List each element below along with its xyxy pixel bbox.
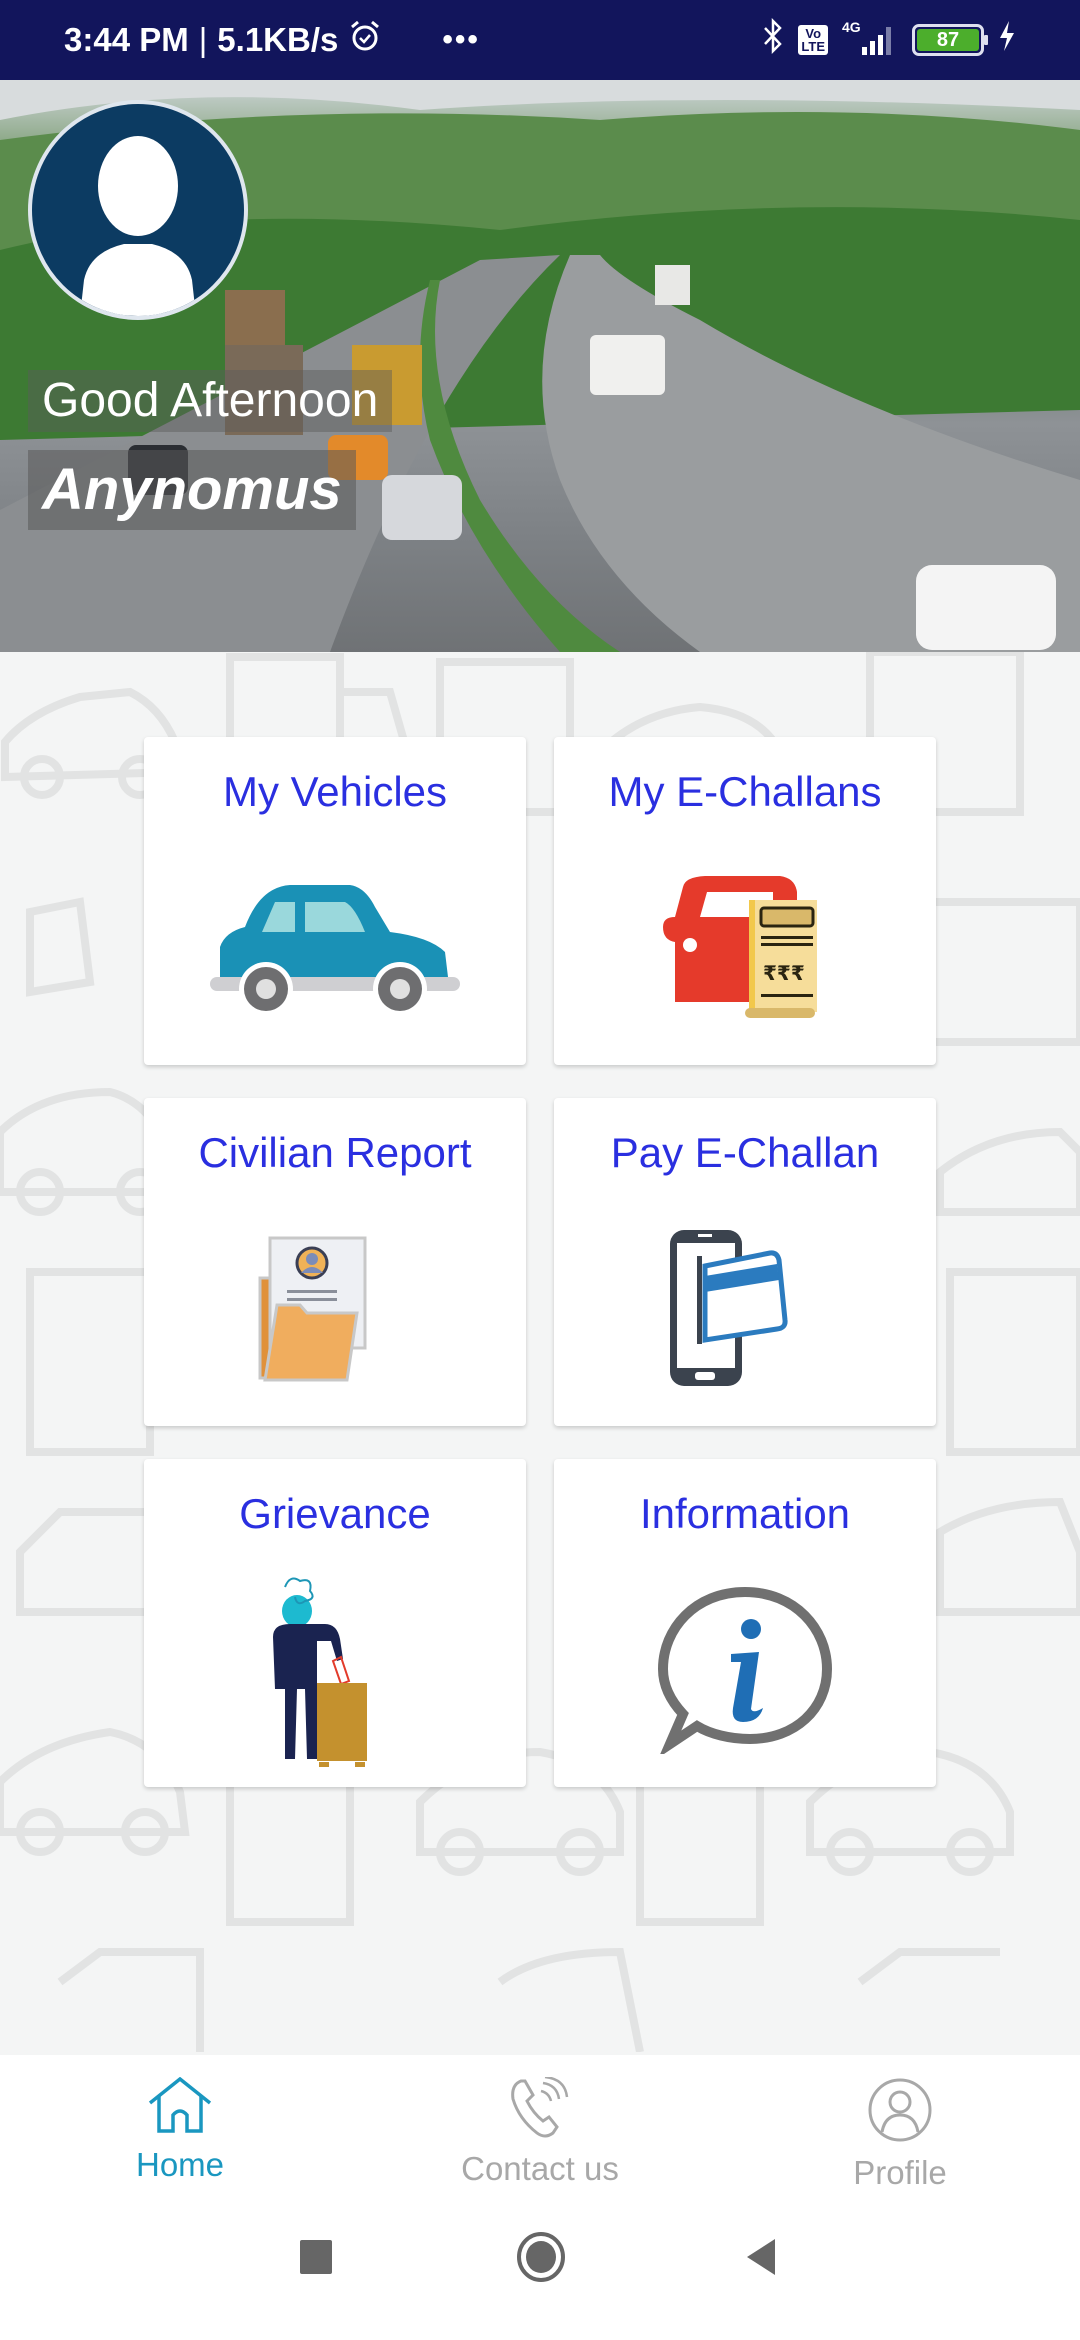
nav-home[interactable]: Home <box>0 2055 360 2200</box>
battery-icon: 87 <box>912 24 988 56</box>
home-circle-icon <box>517 2232 565 2282</box>
separator: | <box>198 21 208 58</box>
status-bar: 3:44 PM | 5.1KB/s ••• Vo LTE 4G 87 <box>0 0 1080 80</box>
report-folder-icon <box>195 1218 475 1398</box>
svg-text:₹₹₹: ₹₹₹ <box>763 961 805 985</box>
phone-card-payment-icon <box>605 1218 885 1398</box>
nav-label: Profile <box>853 2154 947 2191</box>
back-triangle-icon <box>747 2239 775 2275</box>
grievance-person-icon <box>195 1577 475 1767</box>
card-title: Information <box>639 1490 851 1537</box>
signal-icon: 4G <box>842 19 898 57</box>
nav-label: Contact us <box>461 2150 619 2187</box>
bluetooth-icon <box>762 17 784 62</box>
user-name-container: Anynomus <box>28 450 356 530</box>
my-vehicles-card[interactable]: My Vehicles <box>144 737 526 1065</box>
phone-icon <box>507 2075 573 2144</box>
menu-grid: My Vehicles My E-Challans ₹₹₹ Civilian R… <box>144 737 936 1787</box>
more-notifications-icon: ••• <box>442 23 480 56</box>
info-bubble-icon <box>605 1579 885 1759</box>
information-card[interactable]: Information <box>554 1459 936 1787</box>
car-icon <box>195 857 475 1037</box>
card-title: Grievance <box>239 1490 431 1537</box>
user-silhouette-icon <box>80 136 196 316</box>
pay-e-challan-card[interactable]: Pay E-Challan <box>554 1098 936 1426</box>
my-e-challans-card[interactable]: My E-Challans ₹₹₹ <box>554 737 936 1065</box>
alarm-icon <box>348 19 382 61</box>
home-button[interactable] <box>517 2232 565 2282</box>
user-name: Anynomus <box>42 457 342 522</box>
profile-icon <box>867 2077 933 2148</box>
home-icon <box>147 2076 213 2140</box>
greeting-container: Good Afternoon <box>28 370 393 432</box>
nav-profile[interactable]: Profile <box>720 2055 1080 2200</box>
nav-contact-us[interactable]: Contact us <box>360 2055 720 2200</box>
recents-button[interactable] <box>300 2240 332 2274</box>
nav-label: Home <box>135 2146 225 2183</box>
card-title: Pay E-Challan <box>610 1129 880 1176</box>
charging-icon <box>998 19 1016 61</box>
card-title: Civilian Report <box>198 1129 472 1176</box>
challan-receipt-icon: ₹₹₹ <box>605 857 885 1037</box>
header-banner: Good Afternoon Anynomus <box>0 80 1080 652</box>
civilian-report-card[interactable]: Civilian Report <box>144 1098 526 1426</box>
bottom-navigation: Home Contact us Profile <box>0 2055 1080 2200</box>
card-title: My E-Challans <box>608 768 882 815</box>
system-navigation-bar <box>0 2200 1080 2340</box>
volte-icon: Vo LTE <box>798 25 828 55</box>
avatar[interactable] <box>28 100 248 320</box>
back-button[interactable] <box>745 2237 777 2277</box>
card-title: My Vehicles <box>222 768 448 815</box>
grievance-card[interactable]: Grievance <box>144 1459 526 1787</box>
clock: 3:44 PM <box>64 21 189 58</box>
network-speed: 5.1KB/s <box>217 21 339 58</box>
greeting-text: Good Afternoon <box>42 374 379 427</box>
